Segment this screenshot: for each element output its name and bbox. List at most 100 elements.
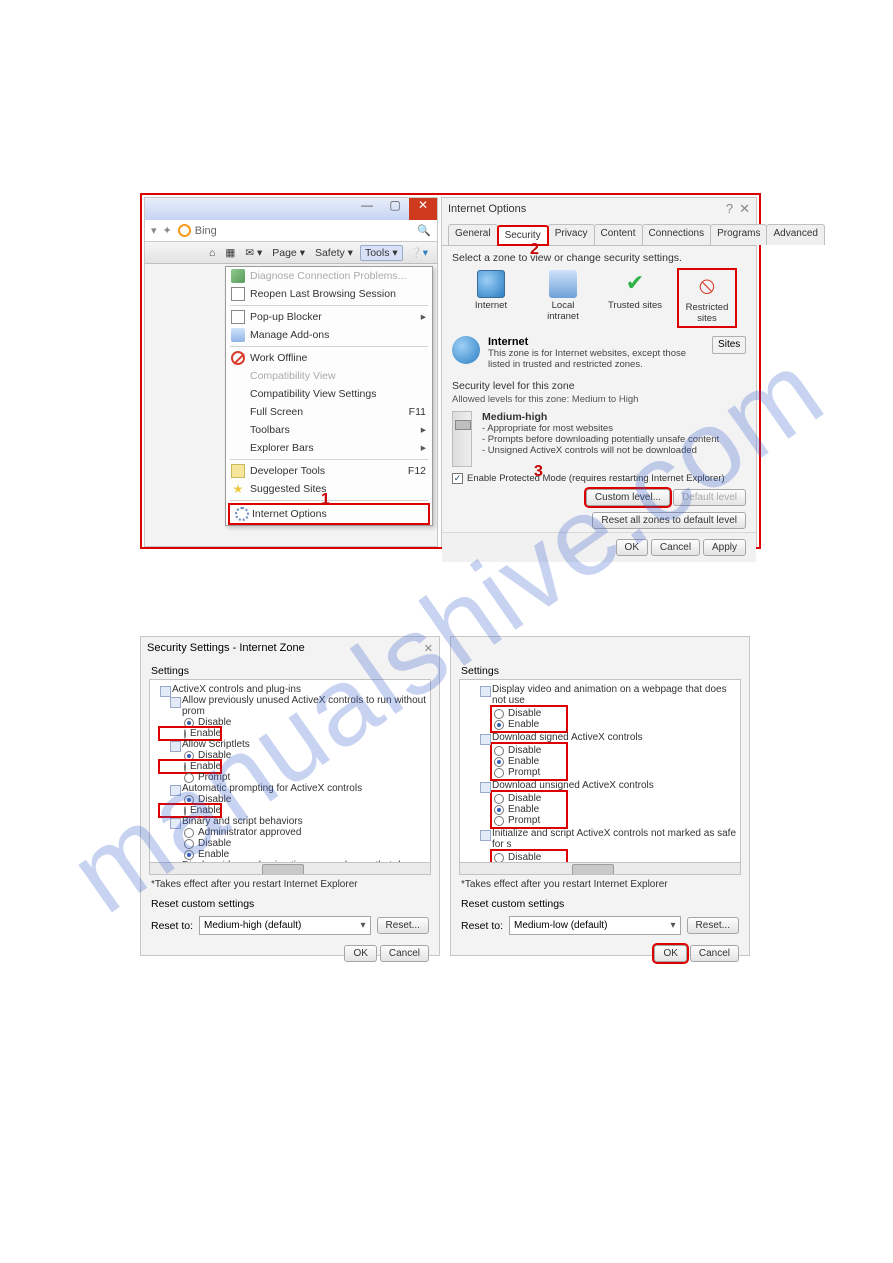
horizontal-scrollbar[interactable]	[150, 862, 430, 874]
opt-disable[interactable]: Disable	[160, 750, 428, 761]
tab-programs[interactable]: Programs	[710, 224, 767, 245]
menu-manage-addons[interactable]: Manage Add-ons	[226, 326, 432, 344]
horizontal-scrollbar[interactable]	[460, 862, 740, 874]
maximize-button[interactable]: ▢	[381, 198, 409, 220]
menu-compat-settings[interactable]: Compatibility View Settings	[226, 385, 432, 403]
close-icon[interactable]: ✕	[739, 201, 750, 217]
menu-compat-view[interactable]: Compatibility View	[226, 367, 432, 385]
opt-prompt[interactable]: Prompt	[494, 815, 564, 826]
address-bar[interactable]: ▾ ✦ Bing 🔍	[145, 220, 437, 242]
menu-reopen[interactable]: Reopen Last Browsing Session	[226, 285, 432, 303]
opt-disable[interactable]: Disable	[160, 794, 428, 805]
zone-internet[interactable]: Internet	[463, 270, 519, 326]
tab-privacy[interactable]: Privacy	[548, 224, 595, 245]
item-display-video: Display video and animation on a webpage…	[480, 684, 738, 706]
opt-admin-approved[interactable]: Administrator approved	[160, 827, 428, 838]
tab-content[interactable]: Content	[594, 224, 643, 245]
tools-dropdown: Diagnose Connection Problems... Reopen L…	[225, 266, 433, 526]
opt-prompt[interactable]: Prompt	[160, 772, 428, 783]
tools-menu[interactable]: Tools ▾	[360, 245, 403, 261]
protected-mode-checkbox[interactable]: ✓Enable Protected Mode (requires restart…	[442, 471, 756, 486]
cancel-button[interactable]: Cancel	[380, 945, 429, 962]
menu-devtools[interactable]: Developer ToolsF12	[226, 462, 432, 480]
reset-all-zones-button[interactable]: Reset all zones to default level	[592, 512, 746, 529]
opt-prompt[interactable]: Prompt	[494, 767, 564, 778]
menu-explorer-bars[interactable]: Explorer Bars▸	[226, 439, 432, 457]
home-icon[interactable]: ⌂	[206, 247, 218, 259]
page-menu[interactable]: Page ▾	[269, 247, 308, 259]
opt-enable[interactable]: Enable	[160, 849, 428, 860]
cancel-button[interactable]: Cancel	[651, 539, 700, 556]
settings-tree[interactable]: Display video and animation on a webpage…	[459, 679, 741, 875]
close-icon[interactable]: ✕	[424, 642, 433, 655]
opt-enable[interactable]: Enable	[494, 756, 564, 767]
opt-disable[interactable]: Disable	[494, 745, 564, 756]
tab-connections[interactable]: Connections	[642, 224, 712, 245]
opt-enable[interactable]: Enable	[494, 719, 564, 730]
menu-toolbars[interactable]: Toolbars▸	[226, 421, 432, 439]
ok-button[interactable]: OK	[616, 539, 648, 556]
group-activex: ActiveX controls and plug-ins	[160, 684, 428, 695]
opt-enable[interactable]: Enable	[494, 804, 564, 815]
apply-button[interactable]: Apply	[703, 539, 746, 556]
item-download-unsigned: Download unsigned ActiveX controls	[480, 780, 738, 791]
reset-button[interactable]: Reset...	[687, 917, 739, 934]
default-level-button[interactable]: Default level	[673, 489, 746, 506]
help-icon[interactable]: ❔▾	[407, 246, 431, 259]
tab-advanced[interactable]: Advanced	[766, 224, 824, 245]
ok-button[interactable]: OK	[654, 945, 686, 962]
allowed-levels: Allowed levels for this zone: Medium to …	[442, 394, 756, 407]
minimize-button[interactable]: —	[353, 198, 381, 220]
cancel-button[interactable]: Cancel	[690, 945, 739, 962]
close-button[interactable]: ✕	[409, 198, 437, 220]
zone-list: Internet Local intranet Trusted sites Re…	[442, 266, 756, 332]
safety-menu[interactable]: Safety ▾	[312, 247, 356, 259]
menu-diagnose[interactable]: Diagnose Connection Problems...	[226, 267, 432, 285]
check-icon	[621, 270, 649, 298]
restricted-icon	[693, 272, 721, 300]
zone-restricted[interactable]: Restricted sites	[679, 270, 735, 326]
top-red-frame: — ▢ ✕ ▾ ✦ Bing 🔍 ⌂ ▦ ✉ ▾ Page ▾ Safety ▾…	[140, 193, 761, 549]
globe-icon	[452, 336, 480, 364]
offline-icon	[231, 351, 245, 365]
sites-button[interactable]: Sites	[712, 336, 746, 354]
security-settings-dialog-right: Settings Display video and animation on …	[450, 636, 750, 956]
dialog-title: Internet Options ?✕	[442, 198, 756, 220]
ie-toolbar: ⌂ ▦ ✉ ▾ Page ▾ Safety ▾ Tools ▾ ❔▾	[145, 242, 437, 264]
security-settings-dialog-left: Security Settings - Internet Zone✕ Setti…	[140, 636, 440, 956]
zone-local-intranet[interactable]: Local intranet	[535, 270, 591, 326]
security-slider[interactable]	[452, 411, 472, 467]
item-init-script: Initialize and script ActiveX controls n…	[480, 828, 738, 850]
globe-icon	[477, 270, 505, 298]
tab-general[interactable]: General	[448, 224, 498, 245]
reset-to-combo[interactable]: Medium-high (default)	[199, 916, 371, 935]
feeds-icon[interactable]: ▦	[222, 247, 238, 259]
opt-disable[interactable]: Disable	[494, 793, 564, 804]
item-allow-unused: Allow previously unused ActiveX controls…	[170, 695, 428, 717]
restart-note: *Takes effect after you restart Internet…	[141, 875, 439, 892]
opt-enable[interactable]: Enable	[160, 761, 220, 772]
menu-popup-blocker[interactable]: Pop-up Blocker▸	[226, 308, 432, 326]
menu-work-offline[interactable]: Work Offline	[226, 349, 432, 367]
annotation-1: 1	[321, 491, 330, 509]
mail-icon[interactable]: ✉ ▾	[242, 247, 265, 259]
reset-to-combo[interactable]: Medium-low (default)	[509, 916, 681, 935]
ie-window: — ▢ ✕ ▾ ✦ Bing 🔍 ⌂ ▦ ✉ ▾ Page ▾ Safety ▾…	[144, 197, 438, 547]
opt-enable[interactable]: Enable	[160, 805, 220, 816]
zone-trusted[interactable]: Trusted sites	[607, 270, 663, 326]
tab-security[interactable]: Security	[497, 225, 549, 246]
settings-tree[interactable]: ActiveX controls and plug-ins Allow prev…	[149, 679, 431, 875]
opt-enable[interactable]: Enable	[160, 728, 220, 739]
reset-button[interactable]: Reset...	[377, 917, 429, 934]
settings-label: Settings	[451, 659, 749, 679]
opt-disable[interactable]: Disable	[160, 838, 428, 849]
custom-level-button[interactable]: Custom level...	[586, 489, 670, 506]
level-description: Medium-high - Appropriate for most websi…	[482, 411, 719, 467]
opt-disable[interactable]: Disable	[494, 708, 564, 719]
ok-button[interactable]: OK	[344, 945, 376, 962]
zone-instruction: Select a zone to view or change security…	[442, 246, 756, 266]
reset-custom-label: Reset custom settings	[451, 892, 749, 912]
menu-fullscreen[interactable]: Full ScreenF11	[226, 403, 432, 421]
opt-disable[interactable]: Disable	[160, 717, 428, 728]
help-icon[interactable]: ?	[726, 201, 733, 217]
